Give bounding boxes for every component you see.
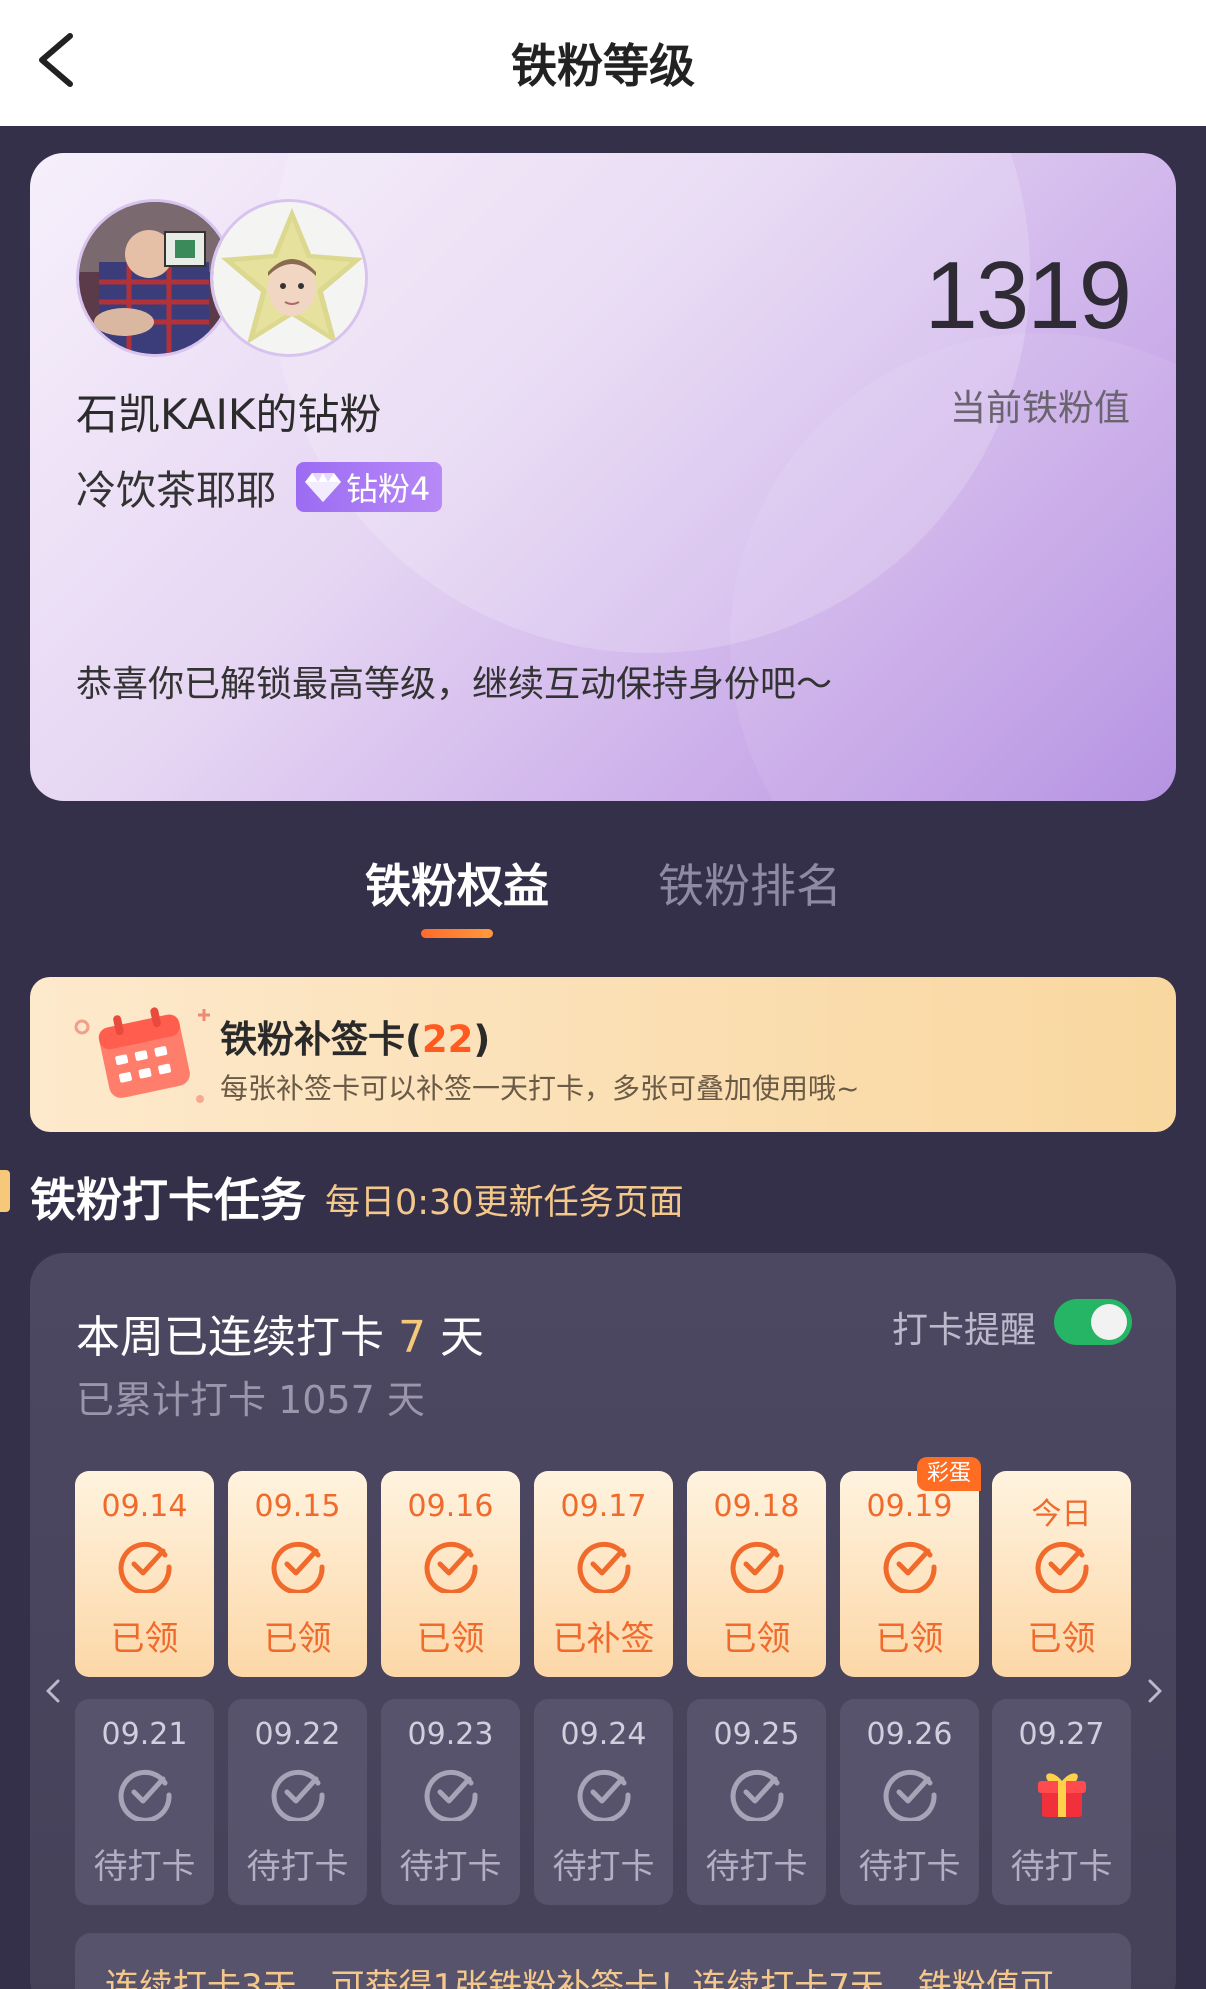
fan-level-page: 铁粉等级 石凯KAIK的钻粉 冷饮茶耶耶 钻粉4 1319 当前铁粉值 恭喜你已… bbox=[0, 0, 1206, 1989]
check-circle-icon bbox=[118, 1541, 172, 1593]
top-bar: 铁粉等级 bbox=[0, 0, 1206, 126]
day-cell[interactable]: 09.24 待打卡 bbox=[534, 1699, 673, 1905]
day-cell-today[interactable]: 今日 已领 bbox=[992, 1471, 1131, 1677]
check-circle-icon bbox=[424, 1769, 478, 1821]
checkin-section-subtitle: 每日0:30更新任务页面 bbox=[325, 1183, 684, 1223]
checkin-panel: 本周已连续打卡 7 天 已累计打卡 1057 天 打卡提醒 09.14 已领 0… bbox=[30, 1253, 1176, 1989]
day-cell[interactable]: 09.21 待打卡 bbox=[75, 1699, 214, 1905]
day-cell[interactable]: 09.15 已领 bbox=[228, 1471, 367, 1677]
check-circle-icon bbox=[424, 1541, 478, 1593]
check-circle-icon bbox=[271, 1769, 325, 1821]
check-circle-icon bbox=[118, 1769, 172, 1821]
chevron-left-icon bbox=[46, 1679, 60, 1703]
day-cell[interactable]: 09.16 已领 bbox=[381, 1471, 520, 1677]
checkin-rules-box: 连续打卡3天，可获得1张铁粉补签卡！连续打卡7天，铁粉值可 bbox=[75, 1933, 1131, 1989]
day-date: 09.16 bbox=[407, 1489, 494, 1524]
prev-week-button[interactable] bbox=[38, 1671, 68, 1711]
day-status: 已领 bbox=[263, 1619, 332, 1659]
day-date: 今日 bbox=[1031, 1497, 1092, 1532]
check-circle-icon bbox=[1035, 1541, 1089, 1593]
streak-days: 7 bbox=[398, 1312, 426, 1363]
reminder-toggle[interactable] bbox=[1054, 1299, 1132, 1345]
checkin-calendar: 09.14 已领 09.15 已领 09.16 已领 09.17 已补签 09.… bbox=[75, 1457, 1131, 1905]
easter-egg-tag: 彩蛋 bbox=[916, 1457, 981, 1491]
makeup-card-description: 每张补签卡可以补签一天打卡，多张可叠加使用哦~ bbox=[220, 1072, 860, 1105]
day-cell[interactable]: 09.25 待打卡 bbox=[687, 1699, 826, 1905]
makeup-card-count: 22 bbox=[421, 1018, 474, 1061]
fan-score-label: 当前铁粉值 bbox=[949, 388, 1130, 429]
congrats-message: 恭喜你已解锁最高等级，继续互动保持身份吧～ bbox=[76, 664, 833, 705]
day-date: 09.26 bbox=[866, 1717, 953, 1752]
day-cell[interactable]: 彩蛋 09.19 已领 bbox=[840, 1457, 981, 1677]
tab-fan-ranking[interactable]: 铁粉排名 bbox=[658, 850, 842, 916]
day-date: 09.22 bbox=[254, 1717, 341, 1752]
day-date: 09.25 bbox=[713, 1717, 800, 1752]
day-status: 待打卡 bbox=[246, 1847, 349, 1887]
week-row: 09.21 待打卡 09.22 待打卡 09.23 待打卡 09.24 待打卡 … bbox=[75, 1699, 1131, 1905]
total-checkin-text: 已累计打卡 1057 天 bbox=[76, 1378, 425, 1422]
day-status: 已领 bbox=[416, 1619, 485, 1659]
checkin-rules-text: 连续打卡3天，可获得1张铁粉补签卡！连续打卡7天，铁粉值可 bbox=[105, 1967, 1054, 1989]
day-status: 待打卡 bbox=[1010, 1847, 1113, 1887]
idol-avatar[interactable] bbox=[210, 199, 368, 357]
nickname-row: 冷饮茶耶耶 钻粉4 bbox=[76, 458, 443, 516]
day-status: 待打卡 bbox=[705, 1847, 808, 1887]
check-circle-icon bbox=[883, 1769, 937, 1821]
gift-icon bbox=[1038, 1773, 1086, 1817]
day-cell[interactable]: 09.26 待打卡 bbox=[840, 1699, 979, 1905]
checkin-section-title: 铁粉打卡任务 bbox=[30, 1173, 306, 1227]
diamond-icon bbox=[305, 473, 341, 502]
day-date: 09.15 bbox=[254, 1489, 341, 1524]
fan-score: 1319 bbox=[924, 242, 1132, 349]
day-date: 09.18 bbox=[713, 1489, 800, 1524]
tab-bar: 铁粉权益 铁粉排名 bbox=[0, 850, 1206, 940]
check-circle-icon bbox=[730, 1541, 784, 1593]
check-circle-icon bbox=[730, 1769, 784, 1821]
fan-profile-card: 石凯KAIK的钻粉 冷饮茶耶耶 钻粉4 1319 当前铁粉值 恭喜你已解锁最高等… bbox=[30, 153, 1176, 801]
page-title: 铁粉等级 bbox=[511, 39, 695, 93]
day-date: 09.17 bbox=[560, 1489, 647, 1524]
day-status: 已领 bbox=[1027, 1619, 1096, 1659]
chevron-right-icon bbox=[1148, 1679, 1162, 1703]
day-status: 待打卡 bbox=[93, 1847, 196, 1887]
user-nickname: 冷饮茶耶耶 bbox=[76, 468, 276, 514]
check-circle-icon bbox=[883, 1541, 937, 1593]
calendar-icon bbox=[74, 1007, 210, 1103]
day-date: 09.27 bbox=[1018, 1717, 1105, 1752]
weekly-streak-text: 本周已连续打卡 7 天 bbox=[76, 1312, 484, 1363]
next-week-button[interactable] bbox=[1140, 1671, 1170, 1711]
makeup-card-title: 铁粉补签卡(22) bbox=[220, 1018, 491, 1061]
level-badge: 钻粉4 bbox=[296, 462, 443, 512]
active-tab-indicator bbox=[421, 929, 493, 938]
day-date: 09.24 bbox=[560, 1717, 647, 1752]
day-status: 已领 bbox=[875, 1619, 944, 1659]
day-cell[interactable]: 09.23 待打卡 bbox=[381, 1699, 520, 1905]
day-cell[interactable]: 09.22 待打卡 bbox=[228, 1699, 367, 1905]
day-status: 待打卡 bbox=[858, 1847, 961, 1887]
check-circle-icon bbox=[271, 1541, 325, 1593]
level-badge-label: 钻粉4 bbox=[346, 470, 431, 508]
day-status: 已领 bbox=[110, 1619, 179, 1659]
day-status: 待打卡 bbox=[399, 1847, 502, 1887]
toggle-knob bbox=[1091, 1304, 1127, 1340]
day-date: 09.21 bbox=[101, 1717, 188, 1752]
day-cell[interactable]: 09.17 已补签 bbox=[534, 1471, 673, 1677]
day-cell[interactable]: 09.18 已领 bbox=[687, 1471, 826, 1677]
day-status: 已领 bbox=[722, 1619, 791, 1659]
reminder-label: 打卡提醒 bbox=[892, 1310, 1037, 1351]
week-row: 09.14 已领 09.15 已领 09.16 已领 09.17 已补签 09.… bbox=[75, 1457, 1131, 1677]
fan-club-title: 石凯KAIK的钻粉 bbox=[76, 390, 382, 439]
day-cell[interactable]: 09.14 已领 bbox=[75, 1471, 214, 1677]
section-accent-bar bbox=[0, 1170, 10, 1212]
day-date: 09.14 bbox=[101, 1489, 188, 1524]
day-status: 已补签 bbox=[552, 1619, 655, 1659]
tab-fan-benefits[interactable]: 铁粉权益 bbox=[365, 850, 549, 916]
makeup-card-banner[interactable]: 铁粉补签卡(22) 每张补签卡可以补签一天打卡，多张可叠加使用哦~ bbox=[30, 977, 1176, 1132]
check-circle-icon bbox=[577, 1541, 631, 1593]
day-date: 09.23 bbox=[407, 1717, 494, 1752]
day-date: 09.19 bbox=[866, 1489, 953, 1524]
day-status: 待打卡 bbox=[552, 1847, 655, 1887]
check-circle-icon bbox=[577, 1769, 631, 1821]
day-cell[interactable]: 09.27 待打卡 bbox=[992, 1699, 1131, 1905]
